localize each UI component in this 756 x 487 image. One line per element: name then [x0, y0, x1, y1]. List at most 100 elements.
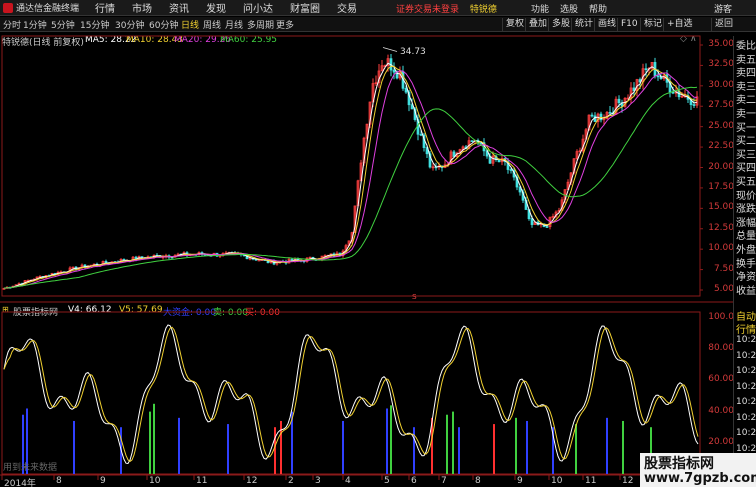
tick-time: 10:26: [736, 412, 756, 423]
date-tick-label: 4: [345, 476, 351, 486]
chart-canvas[interactable]: s 34.73 用到未来数据: [0, 0, 756, 487]
tick-time: 10:26: [736, 350, 756, 361]
price-tick-label: 12.50: [708, 222, 734, 233]
indicator-bar: [452, 411, 454, 474]
indicator-bar: [575, 424, 577, 474]
high-marker: [382, 47, 398, 52]
candle: [695, 91, 699, 109]
indicator-tick-label: 80.00: [708, 343, 734, 354]
marker-s: s: [412, 292, 417, 302]
indicator-bar: [515, 417, 517, 474]
date-tick-label: 10: [149, 476, 161, 486]
candle: [377, 64, 381, 88]
price-tick-label: 20.00: [708, 161, 734, 172]
price-tick-label: 17.50: [708, 181, 734, 192]
ma60-line: [3, 86, 698, 289]
candle: [374, 75, 378, 86]
indicator-bar: [280, 420, 282, 474]
candle: [632, 82, 636, 96]
indicator-bar: [227, 424, 229, 474]
indicator-bar: [458, 427, 460, 474]
indicator-bar: [274, 427, 276, 474]
v4-line: [3, 324, 699, 465]
price-tick-label: 5.00: [713, 284, 734, 294]
indicator-tick-label: 60.00: [708, 374, 734, 385]
indicator-tick-label: 40.00: [708, 405, 734, 416]
date-tick-label: 11: [585, 476, 597, 486]
indicator-tick-label: 20.00: [708, 436, 734, 447]
indicator-bar: [493, 424, 495, 474]
indicator-bar: [342, 420, 344, 474]
date-tick-label: 8: [475, 476, 481, 486]
price-tick-label: 30.00: [708, 79, 734, 90]
indicator-bar: [73, 420, 75, 474]
indicator-bar: [178, 417, 180, 474]
candle: [629, 82, 633, 104]
candle: [605, 111, 609, 120]
date-tick-label: 5: [384, 476, 390, 486]
date-tick-label: 2014年: [4, 479, 36, 487]
indicator-bar: [622, 420, 624, 474]
date-tick-label: 12: [246, 476, 258, 486]
indicator-bar: [149, 411, 151, 474]
date-tick-label: 11: [196, 476, 208, 486]
price-tick-label: 15.00: [708, 202, 734, 213]
date-tick-label: 12: [622, 476, 634, 486]
tick-time: 10:26: [736, 381, 756, 392]
date-tick-label: 8: [56, 476, 62, 486]
candle: [677, 85, 681, 100]
indicator-bar: [526, 420, 528, 474]
indicator-bars: [22, 403, 652, 474]
date-tick-label: 7: [441, 476, 447, 486]
quote-side-panel: 委比 卖五 卖四 卖三 卖二 卖一 买一 买二 买三 买四 买五 现价 涨跌 涨幅 总量 外盘 换手 净资 收益 自动…: [733, 36, 756, 487]
candle: [581, 134, 585, 153]
indicator-bar: [153, 403, 155, 474]
price-tick-label: 35.00: [708, 39, 734, 49]
indicator-tick-label: 100.0: [708, 312, 734, 322]
price-tick-label: 25.00: [708, 120, 734, 131]
indicator-overlay-text: 用到未来数据: [3, 461, 57, 473]
candle: [71, 266, 75, 269]
side-panel-label: 收益: [736, 285, 756, 297]
ma5-line: [3, 62, 698, 289]
date-tick-label: 2: [288, 476, 294, 486]
date-tick-label: 9: [100, 476, 106, 486]
candle: [470, 140, 474, 143]
indicator-bar: [390, 405, 392, 474]
tick-time: 10:26: [736, 335, 756, 345]
v5-line: [3, 326, 699, 463]
candle: [275, 262, 279, 266]
tick-time: 10:26: [736, 366, 756, 376]
candle: [515, 173, 519, 191]
moving-average-lines: s: [3, 47, 698, 302]
ma20-line: [3, 70, 698, 289]
tick-time: 10:26: [736, 443, 756, 454]
indicator-bar: [386, 408, 388, 474]
candlestick-series: [2, 53, 699, 290]
indicator-lines: [3, 324, 699, 465]
watermark-cn: 股票指标网: [644, 456, 714, 472]
indicator-bar: [606, 417, 608, 474]
date-tick-label: 6: [411, 476, 417, 486]
candle: [335, 251, 339, 257]
tick-time: 10:26: [736, 397, 756, 407]
price-tick-label: 22.50: [708, 141, 734, 152]
candle: [608, 105, 612, 114]
side-panel-tab[interactable]: 行情: [736, 321, 756, 336]
price-tick-label: 32.50: [708, 59, 734, 70]
grid-lines: [0, 35, 756, 480]
watermark-url: www.7gpzb.com: [644, 471, 756, 486]
price-tick-label: 27.50: [708, 100, 734, 111]
indicator-bar: [446, 414, 448, 474]
site-watermark: 股票指标网 www.7gpzb.com: [640, 453, 756, 487]
candle: [590, 112, 594, 118]
ma10-line: [3, 65, 698, 289]
date-tick-label: 3: [315, 476, 321, 486]
tick-time: 10:26: [736, 428, 756, 438]
high-price-label: 34.73: [400, 47, 426, 57]
date-tick-label: 10: [551, 476, 563, 486]
candle: [593, 112, 597, 122]
price-tick-label: 10.00: [708, 243, 734, 254]
candle: [380, 59, 384, 72]
price-tick-label: 7.50: [713, 263, 734, 274]
